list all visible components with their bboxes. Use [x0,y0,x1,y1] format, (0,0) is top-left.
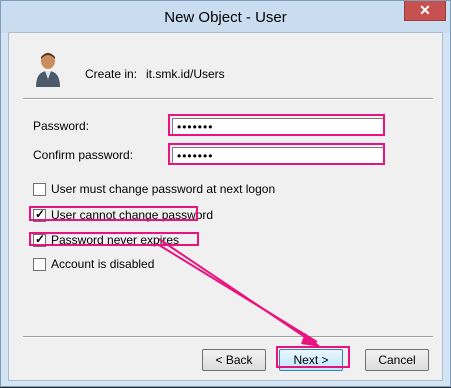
must-change-password-label: User must change password at next logon [51,182,276,196]
separator [23,336,433,338]
create-in-path: it.smk.id/Users [146,67,225,81]
next-highlight-box [276,346,350,368]
must-change-password-checkbox[interactable] [33,183,46,196]
confirm-password-label: Confirm password: [33,148,134,162]
close-icon: ✕ [419,2,431,18]
cancel-button[interactable]: Cancel [365,349,429,371]
window-title: New Object - User [164,9,287,26]
separator [23,98,433,100]
never-expires-highlight-box [29,232,199,246]
cannot-change-highlight-box [29,206,198,221]
account-disabled-checkbox[interactable] [33,258,46,271]
user-icon [36,53,60,87]
title-bar[interactable]: New Object - User ✕ [1,1,450,33]
create-in-label: Create in: [85,67,138,81]
new-object-user-dialog: New Object - User ✕ Create in: it.smk.id… [0,0,451,387]
password-label: Password: [33,119,90,133]
password-highlight-box [168,114,385,136]
back-button[interactable]: < Back [202,349,266,371]
confirm-password-highlight-box [168,143,385,165]
account-disabled-label: Account is disabled [51,257,155,271]
close-button[interactable]: ✕ [404,1,446,21]
